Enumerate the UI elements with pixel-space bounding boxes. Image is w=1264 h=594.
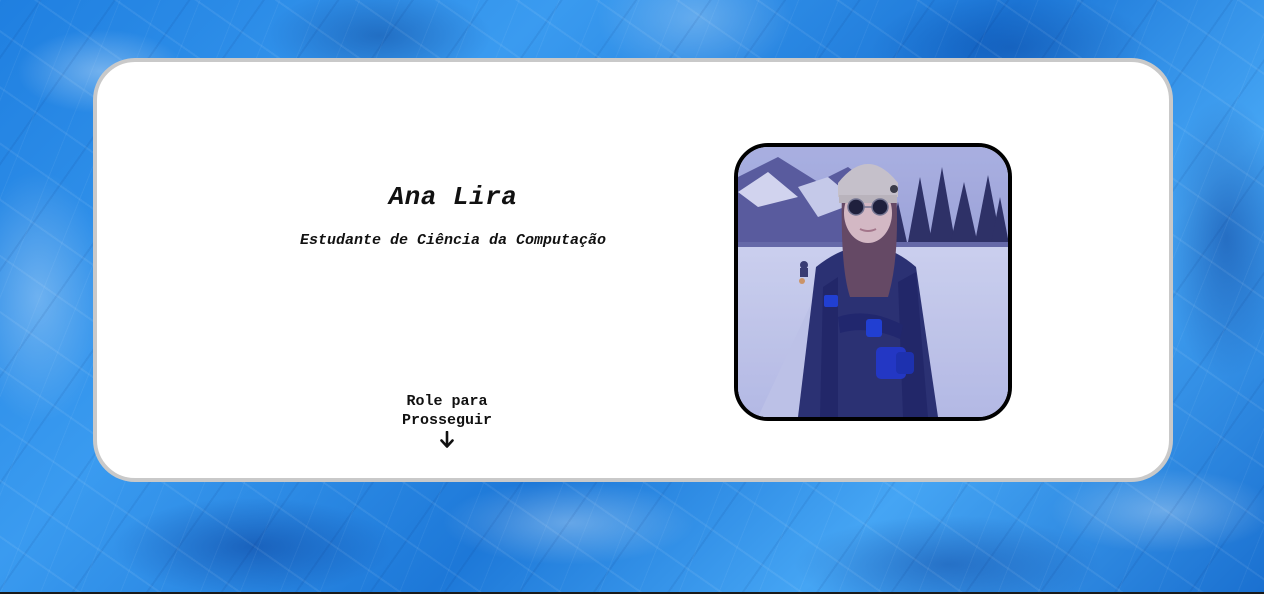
hero-card: Ana Lira Estudante de Ciência da Computa… — [93, 58, 1173, 482]
person-name: Ana Lira — [388, 182, 518, 212]
profile-photo — [734, 143, 1012, 421]
scroll-hint-line2: Prosseguir — [401, 412, 492, 429]
scroll-hint-line1: Role para — [406, 393, 488, 410]
intro-block: Ana Lira Estudante de Ciência da Computa… — [273, 182, 633, 249]
profile-photo-illustration — [738, 147, 1008, 417]
person-subtitle: Estudante de Ciência da Computação — [299, 232, 607, 249]
arrow-down-icon[interactable] — [439, 431, 455, 449]
scroll-hint[interactable]: Role para Prosseguir — [382, 392, 512, 449]
